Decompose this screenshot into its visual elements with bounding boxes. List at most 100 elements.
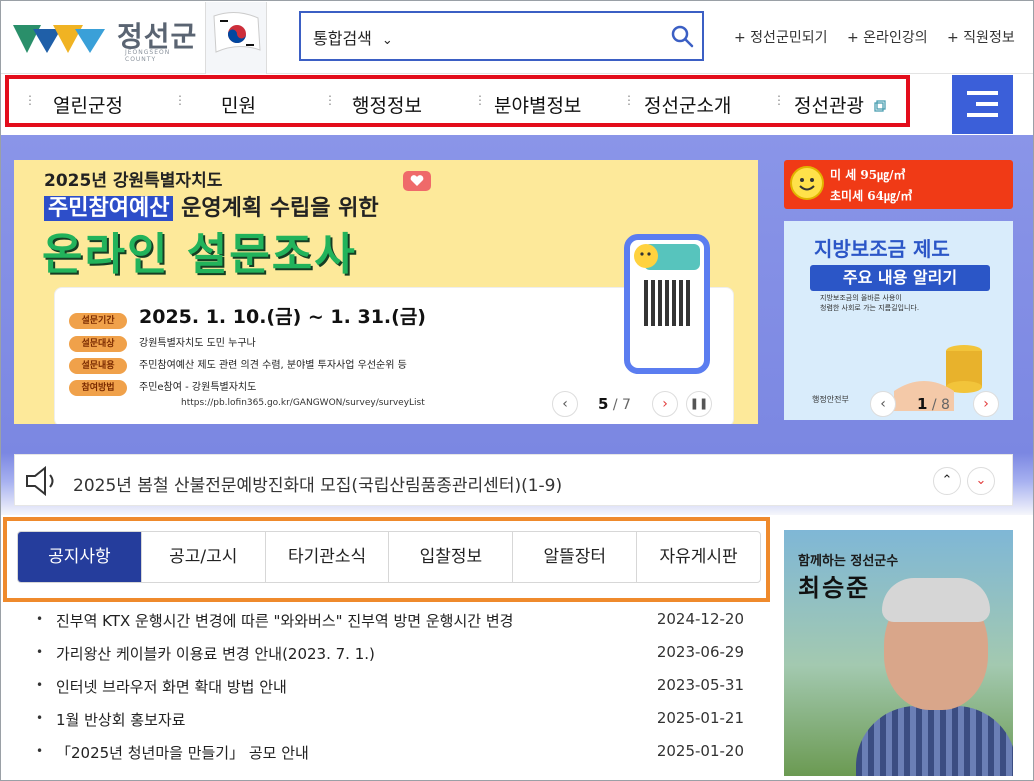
bullet-icon: • xyxy=(36,612,44,626)
list-item[interactable]: • 「2025년 청년마을 만들기」 공모 안내 2025-01-20 xyxy=(30,738,750,771)
hamburger-icon xyxy=(967,91,998,95)
side-banner-title: 지방보조금 제도 xyxy=(814,237,950,261)
banner-row-period: 설문기간 2025. 1. 10.(금) ~ 1. 31.(금) xyxy=(69,302,426,329)
banner-row-content: 설문내용 주민참여예산 제도 관련 의견 수렴, 분야별 투자사업 우선순위 등 xyxy=(69,356,407,374)
ticker-down-button[interactable]: ⌄ xyxy=(967,467,995,495)
bullet-icon: • xyxy=(36,744,44,758)
ultrafine-dust-value: 초미세 64㎍/㎥ xyxy=(830,189,913,203)
side-banner-desc-line: 청렴한 사회로 가는 지름길입니다. xyxy=(820,304,920,312)
bullet-icon: • xyxy=(36,645,44,659)
banner-prev-button[interactable]: ‹ xyxy=(552,391,578,417)
nav-separator: ⋮ xyxy=(773,93,785,107)
list-item[interactable]: • 진부역 KTX 운행시간 변경에 따른 "와와버스" 진부역 방면 운행시간… xyxy=(30,606,750,639)
tab-notice[interactable]: 공지사항 xyxy=(18,532,142,582)
banner-pager-total: / 7 xyxy=(612,397,631,413)
mayor-subtitle: 함께하는 정선군수 xyxy=(798,554,899,569)
side-banner-pager-current: 1 xyxy=(917,395,928,413)
search-icon[interactable] xyxy=(670,24,694,48)
tab-market[interactable]: 알뜰장터 xyxy=(513,532,638,582)
list-item-title[interactable]: 「2025년 청년마을 만들기」 공모 안내 xyxy=(56,742,309,763)
nav-item-tourism[interactable]: 정선관광 xyxy=(794,91,864,118)
speaker-icon xyxy=(26,466,54,496)
nav-separator: ⋮ xyxy=(174,93,186,107)
nav-item-civil-service[interactable]: 민원 xyxy=(221,91,256,118)
smiley-face-icon xyxy=(790,166,824,200)
main-navigation: ⋮ 열린군정 ⋮ 민원 ⋮ 행정정보 ⋮ 분야별정보 ⋮ 정선군소개 ⋮ 정선관… xyxy=(5,75,910,127)
smiley-icon xyxy=(799,178,815,191)
tab-announcement[interactable]: 공고/고시 xyxy=(142,532,266,582)
banner-row-target: 설문대상 강원특별자치도 도민 누구나 xyxy=(69,334,256,352)
logo-mountains-icon xyxy=(13,25,105,53)
banner-row-text: 강원특별자치도 도민 누구나 xyxy=(139,338,256,349)
fine-dust-value: 미 세 95㎍/㎥ xyxy=(830,168,906,182)
banner-pause-button[interactable]: ❚❚ xyxy=(686,391,712,417)
search-box: 통합검색 ⌄ xyxy=(299,11,704,61)
side-banner-description: 지방보조금의 올바른 사용이청렴한 사회로 가는 지름길입니다. xyxy=(820,293,919,313)
external-link-icon xyxy=(874,100,886,112)
chevron-down-icon: ⌄ xyxy=(381,33,393,48)
main-banner[interactable]: 2025년 강원특별자치도 주민참여예산 운영계획 수립을 위한 온라인 설문조… xyxy=(14,160,758,424)
ticker-text[interactable]: 2025년 봄철 산불전문예방진화대 모집(국립산림품종관리센터)(1-9) xyxy=(73,471,562,496)
list-item-date: 2023-05-31 xyxy=(656,676,744,694)
side-banner[interactable]: 지방보조금 제도 주요 내용 알리기 지방보조금의 올바른 사용이 청렴한 사회로… xyxy=(784,221,1013,420)
side-banner-next-button[interactable]: › xyxy=(973,391,999,417)
banner-tag: 설문기간 xyxy=(69,313,127,329)
side-banner-desc-line: 지방보조금의 올바른 사용이 xyxy=(820,294,902,302)
ticker-up-button[interactable]: ⌃ xyxy=(933,467,961,495)
mayor-name: 최승준 xyxy=(798,574,871,602)
air-quality-widget[interactable]: 미 세 95㎍/㎥ 초미세 64㎍/㎥ xyxy=(784,160,1013,209)
flag-emblem xyxy=(205,2,267,74)
bullet-icon: • xyxy=(36,678,44,692)
banner-row-text: 주민e참여 - 강원특별자치도 xyxy=(139,382,257,393)
list-item[interactable]: • 1월 반상회 홍보자료 2025-01-21 xyxy=(30,705,750,738)
side-banner-prev-button[interactable]: ‹ xyxy=(870,391,896,417)
banner-top-line: 2025년 강원특별자치도 xyxy=(44,171,223,191)
list-item-title[interactable]: 1월 반상회 홍보자료 xyxy=(56,709,185,730)
tab-other-agencies[interactable]: 타기관소식 xyxy=(266,532,390,582)
nav-separator: ⋮ xyxy=(623,93,635,107)
banner-pager-current: 5 xyxy=(598,395,609,413)
qr-code-icon xyxy=(644,280,690,326)
nav-item-open-government[interactable]: 열린군정 xyxy=(53,91,123,118)
list-item-date: 2025-01-21 xyxy=(656,709,744,727)
tab-free-board[interactable]: 자유게시판 xyxy=(637,532,760,582)
banner-tag: 설문내용 xyxy=(69,358,127,374)
hamburger-icon xyxy=(976,102,998,106)
bullet-icon: • xyxy=(36,711,44,725)
list-item[interactable]: • 인터넷 브라우저 화면 확대 방법 안내 2023-05-31 xyxy=(30,672,750,705)
list-item[interactable]: • 가리왕산 케이블카 이용료 변경 안내(2023. 7. 1.) 2023-… xyxy=(30,639,750,672)
list-item-title[interactable]: 가리왕산 케이블카 이용료 변경 안내(2023. 7. 1.) xyxy=(56,643,375,664)
util-link-staff-info[interactable]: + 직원정보 xyxy=(947,27,1015,47)
logo-subtext: JEONGSEON COUNTY xyxy=(125,49,171,63)
nav-item-county-intro[interactable]: 정선군소개 xyxy=(644,91,731,118)
tab-bidding[interactable]: 입찰정보 xyxy=(389,532,514,582)
search-input[interactable] xyxy=(421,21,661,51)
banner-url: https://pb.lofin365.go.kr/GANGWON/survey… xyxy=(181,398,425,408)
list-item-date: 2025-01-20 xyxy=(656,742,744,760)
nav-separator: ⋮ xyxy=(474,93,486,107)
util-link-online-lecture[interactable]: + 온라인강의 xyxy=(847,27,928,47)
nav-separator: ⋮ xyxy=(24,93,36,107)
nav-separator: ⋮ xyxy=(324,93,336,107)
hamburger-icon xyxy=(967,113,998,117)
mayor-banner[interactable]: 함께하는 정선군수 최승준 xyxy=(784,530,1013,776)
util-link-become-citizen[interactable]: + 정선군민되기 xyxy=(734,27,827,47)
banner-tag: 설문대상 xyxy=(69,336,127,352)
list-item-title[interactable]: 인터넷 브라우저 화면 확대 방법 안내 xyxy=(56,676,287,697)
list-item-date: 2023-06-29 xyxy=(656,643,744,661)
search-category-select[interactable]: 통합검색 ⌄ xyxy=(313,25,393,49)
nav-item-field-info[interactable]: 분야별정보 xyxy=(494,91,581,118)
banner-title: 온라인 설문조사 xyxy=(42,229,357,280)
mayor-hair xyxy=(882,578,990,622)
banner-row-method: 참여방법 주민e참여 - 강원특별자치도 xyxy=(69,378,256,396)
nav-item-admin-info[interactable]: 행정정보 xyxy=(352,91,422,118)
banner-row-text: 주민참여예산 제도 관련 의견 수렴, 분야별 투자사업 우선순위 등 xyxy=(139,360,407,371)
site-logo[interactable]: 정선군 JEONGSEON COUNTY xyxy=(13,13,203,63)
chat-bubble-icon xyxy=(634,244,700,270)
list-item-title[interactable]: 진부역 KTX 운행시간 변경에 따른 "와와버스" 진부역 방면 운행시간 변… xyxy=(56,610,513,631)
all-menu-button[interactable] xyxy=(952,75,1013,134)
banner-next-button[interactable]: › xyxy=(652,391,678,417)
heart-bubble-icon xyxy=(403,171,431,191)
side-banner-pager: 1 / 8 xyxy=(917,395,950,413)
list-item-date: 2024-12-20 xyxy=(656,610,744,628)
